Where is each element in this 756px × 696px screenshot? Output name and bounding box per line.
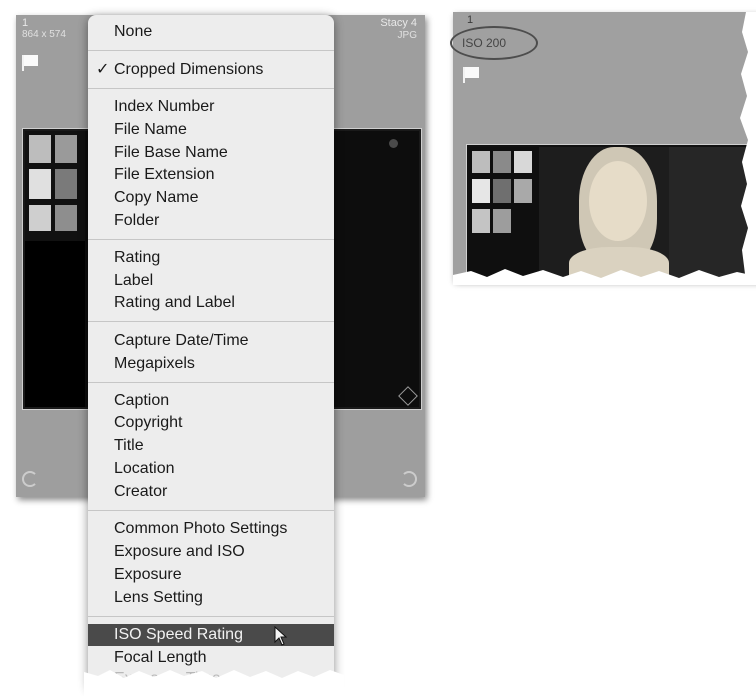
menu-item-caption[interactable]: Caption (88, 390, 334, 412)
photo-window-region (25, 131, 85, 241)
menu-item-common-photo-settings[interactable]: Common Photo Settings (88, 518, 334, 540)
rotate-right-icon[interactable] (401, 471, 417, 487)
menu-item-label[interactable]: Label (88, 270, 334, 292)
cell-file-extension: JPG (397, 30, 417, 41)
menu-item-folder[interactable]: Folder (88, 210, 334, 232)
menu-item-exposure[interactable]: Exposure (88, 564, 334, 586)
menu-item-file-extension[interactable]: File Extension (88, 164, 334, 186)
menu-item-creator[interactable]: Creator (88, 481, 334, 503)
menu-separator (88, 616, 334, 617)
menu-item-cropped-dimensions[interactable]: ✓ Cropped Dimensions (88, 59, 334, 81)
menu-item-none[interactable]: None (88, 21, 334, 43)
menu-item-capture-date-time[interactable]: Capture Date/Time (88, 330, 334, 352)
menu-item-megapixels[interactable]: Megapixels (88, 353, 334, 375)
menu-item-file-base-name[interactable]: File Base Name (88, 142, 334, 164)
cell-index-number: 1 (22, 17, 29, 29)
menu-separator (88, 88, 334, 89)
menu-separator (88, 382, 334, 383)
menu-item-rating-and-label[interactable]: Rating and Label (88, 292, 334, 314)
menu-separator (88, 239, 334, 240)
menu-item-lens-setting[interactable]: Lens Setting (88, 587, 334, 609)
rotate-left-icon[interactable] (22, 471, 38, 487)
cell-file-name: Stacy 4 (380, 17, 417, 29)
menu-separator (88, 321, 334, 322)
torn-edge-decoration (84, 670, 344, 696)
menu-item-index-number[interactable]: Index Number (88, 96, 334, 118)
torn-edge-decoration (740, 12, 756, 282)
menu-separator (88, 510, 334, 511)
quick-collection-dot-icon[interactable] (389, 139, 398, 148)
torn-edge-decoration (453, 269, 756, 285)
menu-item-rating[interactable]: Rating (88, 247, 334, 269)
menu-item-exposure-and-iso[interactable]: Exposure and ISO (88, 541, 334, 563)
menu-item-copyright[interactable]: Copyright (88, 412, 334, 434)
flag-icon[interactable] (463, 67, 479, 83)
cell-index-number: 1 (467, 14, 474, 26)
menu-separator (88, 50, 334, 51)
menu-item-location[interactable]: Location (88, 458, 334, 480)
menu-item-file-name[interactable]: File Name (88, 119, 334, 141)
photo-subject-face (589, 161, 647, 241)
flag-icon[interactable] (22, 55, 38, 71)
menu-item-title[interactable]: Title (88, 435, 334, 457)
menu-item-iso-speed-rating[interactable]: ISO Speed Rating (88, 624, 334, 646)
cell-cropped-dimensions: 864 x 574 (22, 29, 66, 40)
checkmark-icon: ✓ (96, 61, 110, 78)
iso-annotation-ellipse (450, 26, 538, 60)
mouse-pointer-icon (274, 626, 288, 646)
info-dropdown-menu[interactable]: None ✓ Cropped Dimensions Index Number F… (88, 15, 334, 690)
menu-item-copy-name[interactable]: Copy Name (88, 187, 334, 209)
